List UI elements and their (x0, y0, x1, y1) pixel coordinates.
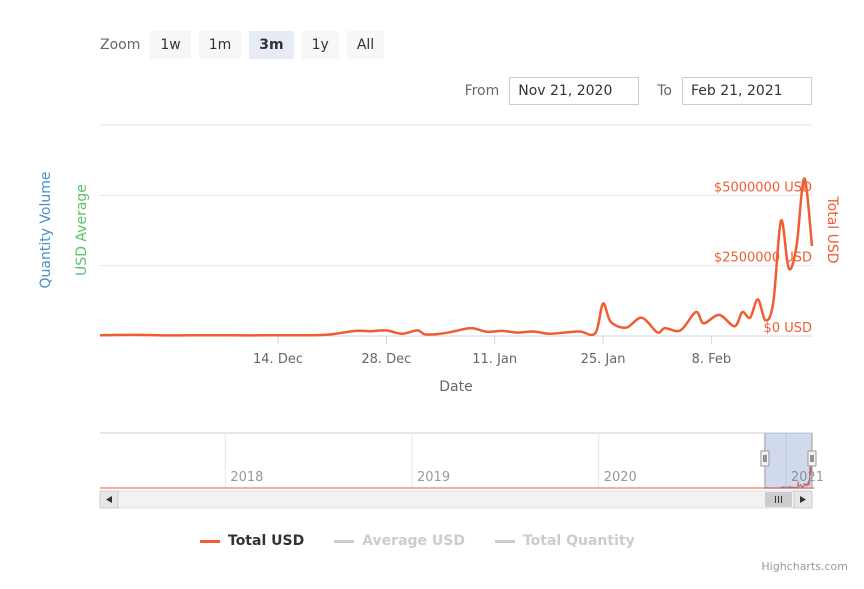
y-axis-title: Quantity Volume (38, 171, 54, 288)
legend-item-average-usd[interactable]: Average USD (334, 533, 465, 549)
x-tick-label: 28. Dec (361, 352, 411, 367)
stock-chart: $0 USD $2500000 USD $5000000 USD 14. Dec 28.… (38, 124, 840, 509)
legend-swatch (494, 539, 515, 543)
legend-swatch (334, 539, 355, 543)
legend-label: Total Quantity (522, 533, 635, 549)
legend-label: Average USD (362, 533, 465, 549)
scrollbar-track[interactable] (99, 490, 813, 509)
navigator-tick-label: 2020 (604, 470, 637, 485)
x-tick-label: 25. Jan (581, 352, 626, 367)
x-axis-title: Date (439, 379, 472, 395)
x-tick-label: 11. Jan (472, 352, 517, 367)
x-tick-label: 14. Dec (253, 352, 303, 367)
legend-item-total-quantity[interactable]: Total Quantity (494, 533, 635, 549)
y-axis-title: Total USD (824, 195, 840, 263)
navigator-series-line (100, 457, 815, 489)
series-line-total-usd (99, 177, 814, 337)
y-axis-title: USD Average (74, 184, 90, 276)
handle-box (760, 450, 770, 467)
legend-swatch (200, 539, 220, 543)
legend-label: Total USD (228, 533, 305, 549)
navigator-tick-label: 2018 (230, 470, 263, 485)
navigator-right-handle[interactable] (807, 450, 817, 467)
scrollbar-thumb[interactable] (764, 492, 792, 507)
scrollbar-right-button[interactable] (793, 490, 813, 509)
scrollbar-left-button[interactable] (99, 490, 119, 509)
y-tick-label: $0 USD (764, 321, 812, 336)
x-tick-label: 8. Feb (692, 352, 732, 367)
navigator-selected-range (764, 433, 812, 489)
navigator-tick-label: 2019 (417, 470, 450, 485)
handle-box (807, 450, 817, 467)
legend: Total USD Average USD Total Quantity (200, 533, 665, 549)
legend-item-total-usd[interactable]: Total USD (200, 533, 304, 549)
y-tick-label: $5000000 USD (714, 180, 812, 195)
y-tick-label: $2500000 USD (714, 251, 812, 266)
highcharts-credit[interactable]: Highcharts.com (761, 560, 848, 573)
navigator-left-handle[interactable] (760, 450, 770, 467)
